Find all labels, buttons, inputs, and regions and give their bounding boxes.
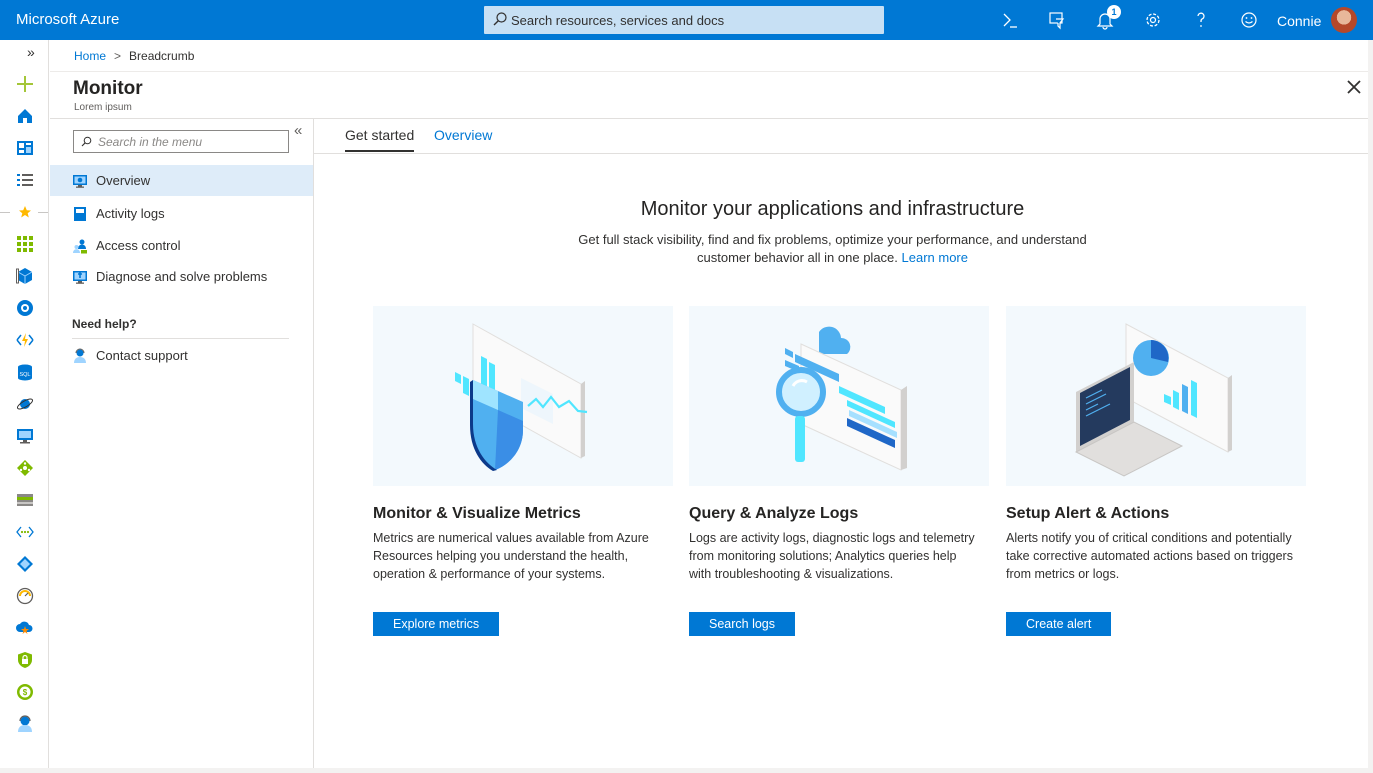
menu-item-access-control[interactable]: Access control (50, 230, 313, 261)
storage-account-icon[interactable] (16, 491, 34, 509)
activity-log-icon (74, 207, 86, 221)
header-divider (50, 118, 1373, 119)
cloud-shell-icon[interactable] (1000, 10, 1020, 30)
search-logs-button[interactable]: Search logs (689, 612, 796, 636)
menu-item-label: Contact support (96, 348, 188, 363)
menu-item-contact-support[interactable]: Contact support (50, 340, 313, 371)
page-subtitle: Lorem ipsum (74, 102, 132, 113)
all-services-icon[interactable] (16, 171, 34, 189)
monitor-overview-icon (73, 175, 87, 188)
card-description: Alerts notify you of critical conditions… (1006, 531, 1293, 581)
brand-title[interactable]: Microsoft Azure (16, 11, 119, 28)
resource-groups-icon[interactable] (16, 267, 34, 285)
user-name[interactable]: Connie (1277, 13, 1321, 29)
feedback-smiley-icon[interactable] (1239, 10, 1259, 30)
alerts-laptop-illustration (1006, 306, 1306, 486)
breadcrumb-current: Breadcrumb (129, 49, 195, 63)
breadcrumb-separator: > (114, 49, 122, 63)
tabs-divider (314, 153, 1368, 154)
metrics-shield-illustration (373, 306, 673, 486)
settings-gear-icon[interactable] (1143, 10, 1163, 30)
dashboard-icon[interactable] (16, 139, 34, 157)
azure-ad-icon[interactable] (16, 555, 34, 573)
search-icon (81, 136, 92, 147)
sql-database-icon[interactable]: SQL (16, 363, 34, 381)
tab-get-started[interactable]: Get started (345, 127, 414, 143)
hero-description: Get full stack visibility, find and fix … (574, 231, 1091, 267)
explore-metrics-button[interactable]: Explore metrics (373, 612, 500, 636)
top-bar: Microsoft Azure Search resources, servic… (0, 0, 1373, 40)
help-support-icon[interactable] (16, 715, 34, 733)
search-placeholder: Search resources, services and docs (511, 13, 725, 28)
close-icon[interactable] (1345, 78, 1363, 96)
menu-search-input[interactable]: Search in the menu (73, 130, 289, 153)
app-services-icon[interactable] (16, 299, 34, 317)
menu-item-label: Activity logs (96, 206, 165, 221)
active-tab-indicator (345, 150, 414, 152)
menu-item-diagnose[interactable]: Diagnose and solve problems (50, 261, 313, 292)
monitor-icon[interactable] (16, 587, 34, 605)
rail-divider-right (38, 212, 48, 213)
card-description: Logs are activity logs, diagnostic logs … (689, 531, 975, 581)
cost-management-icon[interactable]: $ (16, 683, 34, 701)
collapse-menu-icon[interactable]: « (294, 122, 302, 139)
virtual-machine-icon[interactable] (16, 427, 34, 445)
scroll-gutter (1368, 40, 1373, 773)
function-app-icon[interactable] (16, 331, 34, 349)
global-search-input[interactable]: Search resources, services and docs (484, 6, 884, 34)
help-section-title: Need help? (72, 317, 137, 331)
create-resource-icon[interactable] (16, 75, 34, 93)
advisor-icon[interactable] (16, 619, 34, 637)
card-description: Metrics are numerical values available f… (373, 531, 649, 581)
support-icon (74, 348, 86, 363)
hero-description-text: Get full stack visibility, find and fix … (578, 232, 1087, 265)
rail-divider-left (0, 212, 10, 213)
bottom-edge (0, 768, 1373, 773)
access-control-icon (73, 239, 87, 254)
expand-rail-icon[interactable]: » (27, 44, 35, 60)
directory-filter-icon[interactable] (1047, 10, 1067, 30)
virtual-network-icon[interactable] (16, 523, 34, 541)
menu-item-activity-logs[interactable]: Activity logs (50, 198, 313, 229)
help-divider (72, 338, 289, 339)
menu-item-label: Access control (96, 238, 181, 253)
logs-magnifier-illustration (689, 306, 989, 486)
cosmos-db-icon[interactable] (16, 395, 34, 413)
favorites-star-icon[interactable] (16, 203, 34, 221)
breadcrumb-divider (50, 71, 1373, 72)
left-nav-rail: » SQL $ (0, 40, 49, 773)
learn-more-link[interactable]: Learn more (902, 250, 968, 265)
menu-item-label: Overview (96, 173, 151, 188)
hero-title: Monitor your applications and infrastruc… (640, 198, 1025, 220)
create-alert-button[interactable]: Create alert (1006, 612, 1112, 636)
security-center-icon[interactable] (16, 651, 34, 669)
all-resources-icon[interactable] (16, 235, 34, 253)
card-title: Setup Alert & Actions (1006, 505, 1170, 522)
diagnose-icon (73, 271, 87, 284)
page-title: Monitor (73, 78, 143, 99)
search-icon (493, 12, 507, 26)
breadcrumb-home-link[interactable]: Home (74, 49, 106, 63)
avatar[interactable] (1331, 7, 1357, 33)
help-question-icon[interactable] (1191, 10, 1211, 30)
load-balancer-icon[interactable] (16, 459, 34, 477)
menu-item-label: Diagnose and solve problems (96, 269, 268, 284)
notification-count-badge: 1 (1107, 5, 1121, 19)
card-title: Query & Analyze Logs (689, 505, 859, 522)
svg-text:$: $ (23, 688, 28, 697)
card-title: Monitor & Visualize Metrics (373, 505, 581, 522)
breadcrumb: Home > Breadcrumb (74, 49, 194, 63)
home-icon[interactable] (16, 107, 34, 125)
svg-text:SQL: SQL (19, 372, 30, 378)
menu-search-placeholder: Search in the menu (98, 135, 203, 149)
menu-item-overview[interactable]: Overview (50, 165, 313, 196)
tab-overview[interactable]: Overview (434, 127, 492, 143)
